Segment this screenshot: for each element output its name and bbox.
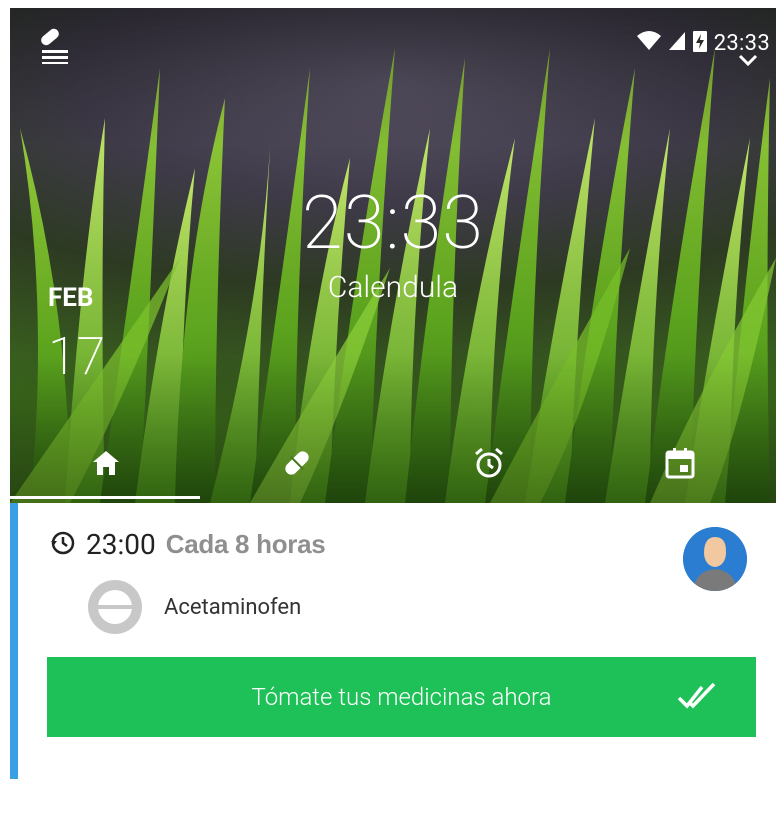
battery-charging-icon (692, 29, 708, 57)
header-background: 23:33 23:33 Calendula FEB 17 (10, 8, 776, 503)
home-icon (91, 449, 121, 481)
date-month: FEB (48, 283, 94, 313)
schedule-time-row: 23:00 Cada 8 horas (50, 528, 326, 561)
tab-bar (10, 426, 776, 503)
tab-calendar[interactable] (585, 426, 777, 503)
medicine-name: Acetaminofen (164, 594, 302, 620)
header-clock: 23:33 (302, 180, 484, 267)
medicine-presentation-icon (88, 580, 142, 634)
medicine-row[interactable]: Acetaminofen (88, 580, 301, 634)
take-medicines-label: Tómate tus medicinas ahora (251, 683, 552, 711)
tab-indicator (10, 496, 200, 499)
pill-icon (280, 446, 314, 484)
alarm-clock-icon (472, 446, 506, 484)
date-day: 17 (48, 326, 106, 387)
user-avatar-icon (683, 527, 747, 591)
wifi-icon (636, 30, 662, 56)
schedule-time: 23:00 (86, 528, 156, 561)
tab-alarms[interactable] (393, 426, 585, 503)
calendar-icon (665, 447, 695, 483)
avatar[interactable] (683, 527, 747, 591)
history-clock-icon (50, 530, 76, 560)
header-subtitle: Calendula (327, 270, 459, 305)
schedule-frequency: Cada 8 horas (165, 529, 326, 559)
app-screen: 23:33 23:33 Calendula FEB 17 23:00 Cada … (0, 0, 779, 837)
take-medicines-button[interactable]: Tómate tus medicinas ahora (47, 657, 756, 737)
tab-medicines[interactable] (202, 426, 394, 503)
double-check-icon (676, 681, 718, 719)
status-time: 23:33 (713, 30, 770, 56)
card-accent-bar (10, 503, 18, 779)
menu-icon[interactable] (40, 28, 74, 68)
tab-home[interactable] (10, 426, 202, 503)
chevron-down-icon[interactable] (738, 53, 758, 72)
cell-signal-icon (668, 30, 686, 56)
